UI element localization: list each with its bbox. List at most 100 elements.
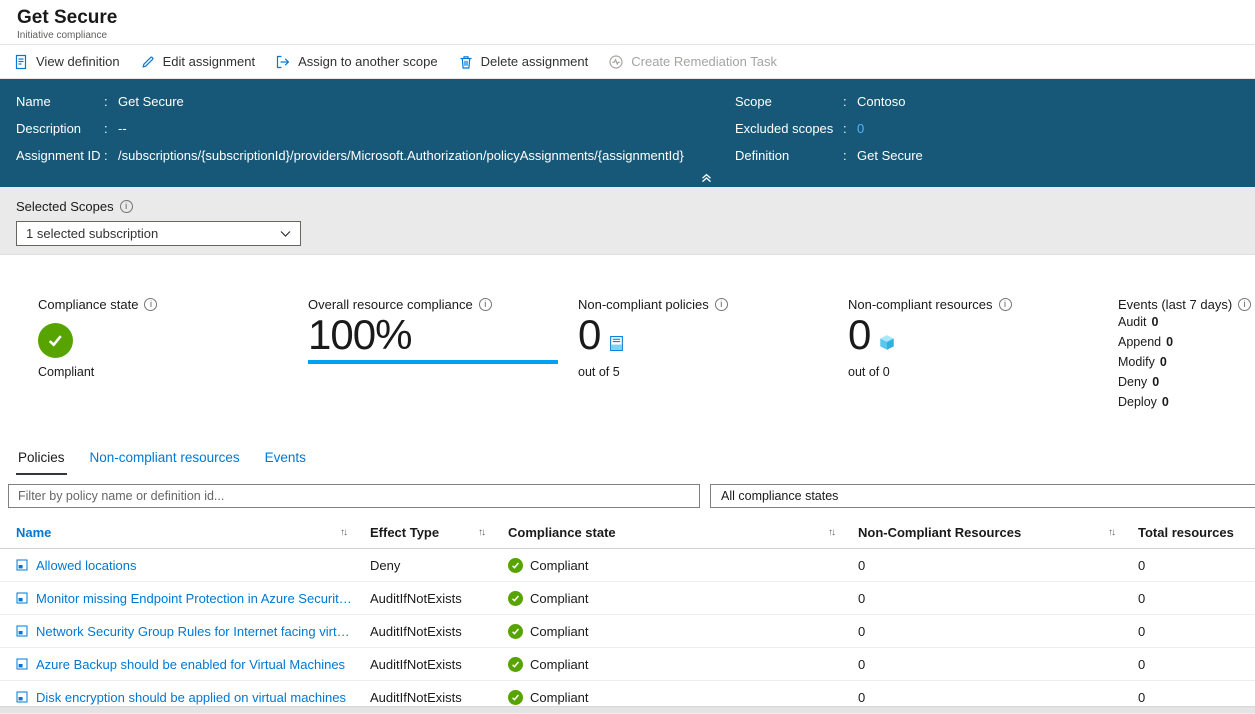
info-icon[interactable]: i: [120, 200, 133, 213]
noncompliant-resources-cell: 0: [842, 624, 1122, 639]
selected-scopes-dropdown[interactable]: 1 selected subscription: [16, 221, 301, 246]
compliant-check-icon: [38, 323, 73, 358]
compliance-state-text: Compliant: [530, 624, 589, 639]
essentials-definition-row: Definition : Get Secure: [735, 146, 923, 173]
policy-icon: [16, 691, 28, 703]
effect-type-cell: AuditIfNotExists: [354, 591, 492, 606]
chevron-down-icon: [280, 226, 291, 241]
column-label: Compliance state: [508, 525, 616, 540]
info-icon[interactable]: i: [1238, 298, 1251, 311]
total-resources-cell: 0: [1122, 690, 1255, 705]
toolbar-button-label: Create Remediation Task: [631, 54, 777, 69]
info-icon[interactable]: i: [999, 298, 1012, 311]
table-row[interactable]: Monitor missing Endpoint Protection in A…: [0, 582, 1255, 615]
compliant-check-icon: [508, 657, 523, 672]
policy-icon: [16, 625, 28, 637]
total-resources-cell: 0: [1122, 624, 1255, 639]
table-row[interactable]: Allowed locations Deny Compliant 0 0: [0, 549, 1255, 582]
compliance-state-text: Compliant: [530, 690, 589, 705]
info-icon[interactable]: i: [479, 298, 492, 311]
effect-type-cell: AuditIfNotExists: [354, 690, 492, 705]
compliance-state-filter-value: All compliance states: [721, 489, 838, 503]
toolbar-button-label: Edit assignment: [163, 54, 256, 69]
compliance-state-value: Compliant: [38, 365, 308, 379]
compliance-state-text: Compliant: [530, 591, 589, 606]
field-label: Excluded scopes: [735, 119, 843, 146]
noncompliant-resources-sub: out of 0: [848, 365, 1118, 379]
table-row[interactable]: Azure Backup should be enabled for Virtu…: [0, 648, 1255, 681]
excluded-scopes-link[interactable]: 0: [857, 119, 864, 146]
policy-name-link[interactable]: Azure Backup should be enabled for Virtu…: [36, 657, 345, 672]
column-label: Name: [16, 525, 51, 540]
overall-compliance-value: 100%: [308, 312, 578, 358]
noncompliant-resources-cell: 0: [842, 657, 1122, 672]
total-resources-cell: 0: [1122, 558, 1255, 573]
effect-type-cell: AuditIfNotExists: [354, 624, 492, 639]
compliance-stats: Compliance state i Compliant Overall res…: [0, 255, 1255, 440]
create-remediation-task-button[interactable]: Create Remediation Task: [601, 49, 790, 75]
sort-icon[interactable]: ↑↓: [340, 527, 346, 538]
tab-noncompliant-resources[interactable]: Non-compliant resources: [88, 450, 242, 475]
table-row[interactable]: Network Security Group Rules for Interne…: [0, 615, 1255, 648]
noncompliant-resources-cell: 0: [842, 558, 1122, 573]
policy-name-link[interactable]: Allowed locations: [36, 558, 136, 573]
selected-scopes-text: Selected Scopes: [16, 199, 114, 214]
sort-icon[interactable]: ↑↓: [1108, 527, 1114, 538]
info-icon[interactable]: i: [144, 298, 157, 311]
policy-name-link[interactable]: Network Security Group Rules for Interne…: [36, 624, 354, 639]
column-header-total-resources[interactable]: Total resources: [1122, 525, 1255, 540]
stat-label: Non-compliant resources i: [848, 297, 1118, 312]
stat-noncompliant-policies: Non-compliant policies i 0 out of 5: [578, 297, 848, 440]
separator: :: [104, 146, 118, 173]
policy-name-link[interactable]: Monitor missing Endpoint Protection in A…: [36, 591, 354, 606]
compliance-state-cell: Compliant: [492, 558, 842, 573]
field-value: Contoso: [857, 92, 905, 119]
selected-scopes-value: 1 selected subscription: [26, 226, 158, 241]
separator: :: [104, 119, 118, 146]
view-definition-icon: [13, 54, 29, 70]
stat-label-text: Non-compliant resources: [848, 297, 993, 312]
compliance-progress-bar: [308, 360, 558, 364]
view-definition-button[interactable]: View definition: [6, 49, 133, 75]
edit-assignment-button[interactable]: Edit assignment: [133, 49, 269, 75]
sort-icon[interactable]: ↑↓: [478, 527, 484, 538]
essentials-right-column: Scope : Contoso Excluded scopes : 0 Defi…: [735, 92, 923, 173]
noncompliant-resources-value: 0: [848, 312, 870, 358]
delete-assignment-button[interactable]: Delete assignment: [451, 49, 602, 75]
event-label: Audit: [1118, 312, 1147, 332]
column-header-effect-type[interactable]: Effect Type ↑↓: [354, 525, 492, 540]
stat-events: Events (last 7 days) i Audit 0 Append 0 …: [1118, 297, 1251, 440]
policies-table: Name ↑↓ Effect Type ↑↓ Compliance state …: [0, 516, 1255, 714]
separator: :: [843, 92, 857, 119]
stat-label: Overall resource compliance i: [308, 297, 578, 312]
compliance-state-cell: Compliant: [492, 591, 842, 606]
column-label: Total resources: [1138, 525, 1234, 540]
tab-policies[interactable]: Policies: [16, 450, 67, 475]
policy-icon: [16, 559, 28, 571]
column-header-noncompliant-resources[interactable]: Non-Compliant Resources ↑↓: [842, 525, 1122, 540]
tab-events[interactable]: Events: [263, 450, 308, 475]
essentials-left-column: Name : Get Secure Description : -- Assig…: [16, 92, 1255, 173]
tab-bar: Policies Non-compliant resources Events: [0, 440, 1255, 475]
info-icon[interactable]: i: [715, 298, 728, 311]
toolbar-button-label: Assign to another scope: [298, 54, 437, 69]
event-value: 0: [1166, 332, 1173, 352]
assign-to-another-scope-button[interactable]: Assign to another scope: [268, 49, 450, 75]
column-header-compliance-state[interactable]: Compliance state ↑↓: [492, 525, 842, 540]
policy-name-link[interactable]: Disk encryption should be applied on vir…: [36, 690, 346, 705]
selected-scopes-label: Selected Scopes i: [16, 199, 1255, 214]
horizontal-scrollbar[interactable]: [0, 706, 1255, 713]
assign-scope-icon: [275, 54, 291, 70]
sort-icon[interactable]: ↑↓: [828, 527, 834, 538]
collapse-essentials-button[interactable]: [698, 169, 715, 186]
compliance-state-cell: Compliant: [492, 657, 842, 672]
event-line-deploy: Deploy 0: [1118, 392, 1251, 412]
command-toolbar: View definition Edit assignment Assign t…: [0, 45, 1255, 79]
policy-filter-input[interactable]: [8, 484, 700, 508]
column-header-name[interactable]: Name ↑↓: [0, 525, 354, 540]
compliant-check-icon: [508, 690, 523, 705]
compliant-check-icon: [508, 558, 523, 573]
compliance-state-filter[interactable]: All compliance states: [710, 484, 1255, 508]
page-title: Get Secure: [17, 7, 1255, 29]
event-line-deny: Deny 0: [1118, 372, 1251, 392]
